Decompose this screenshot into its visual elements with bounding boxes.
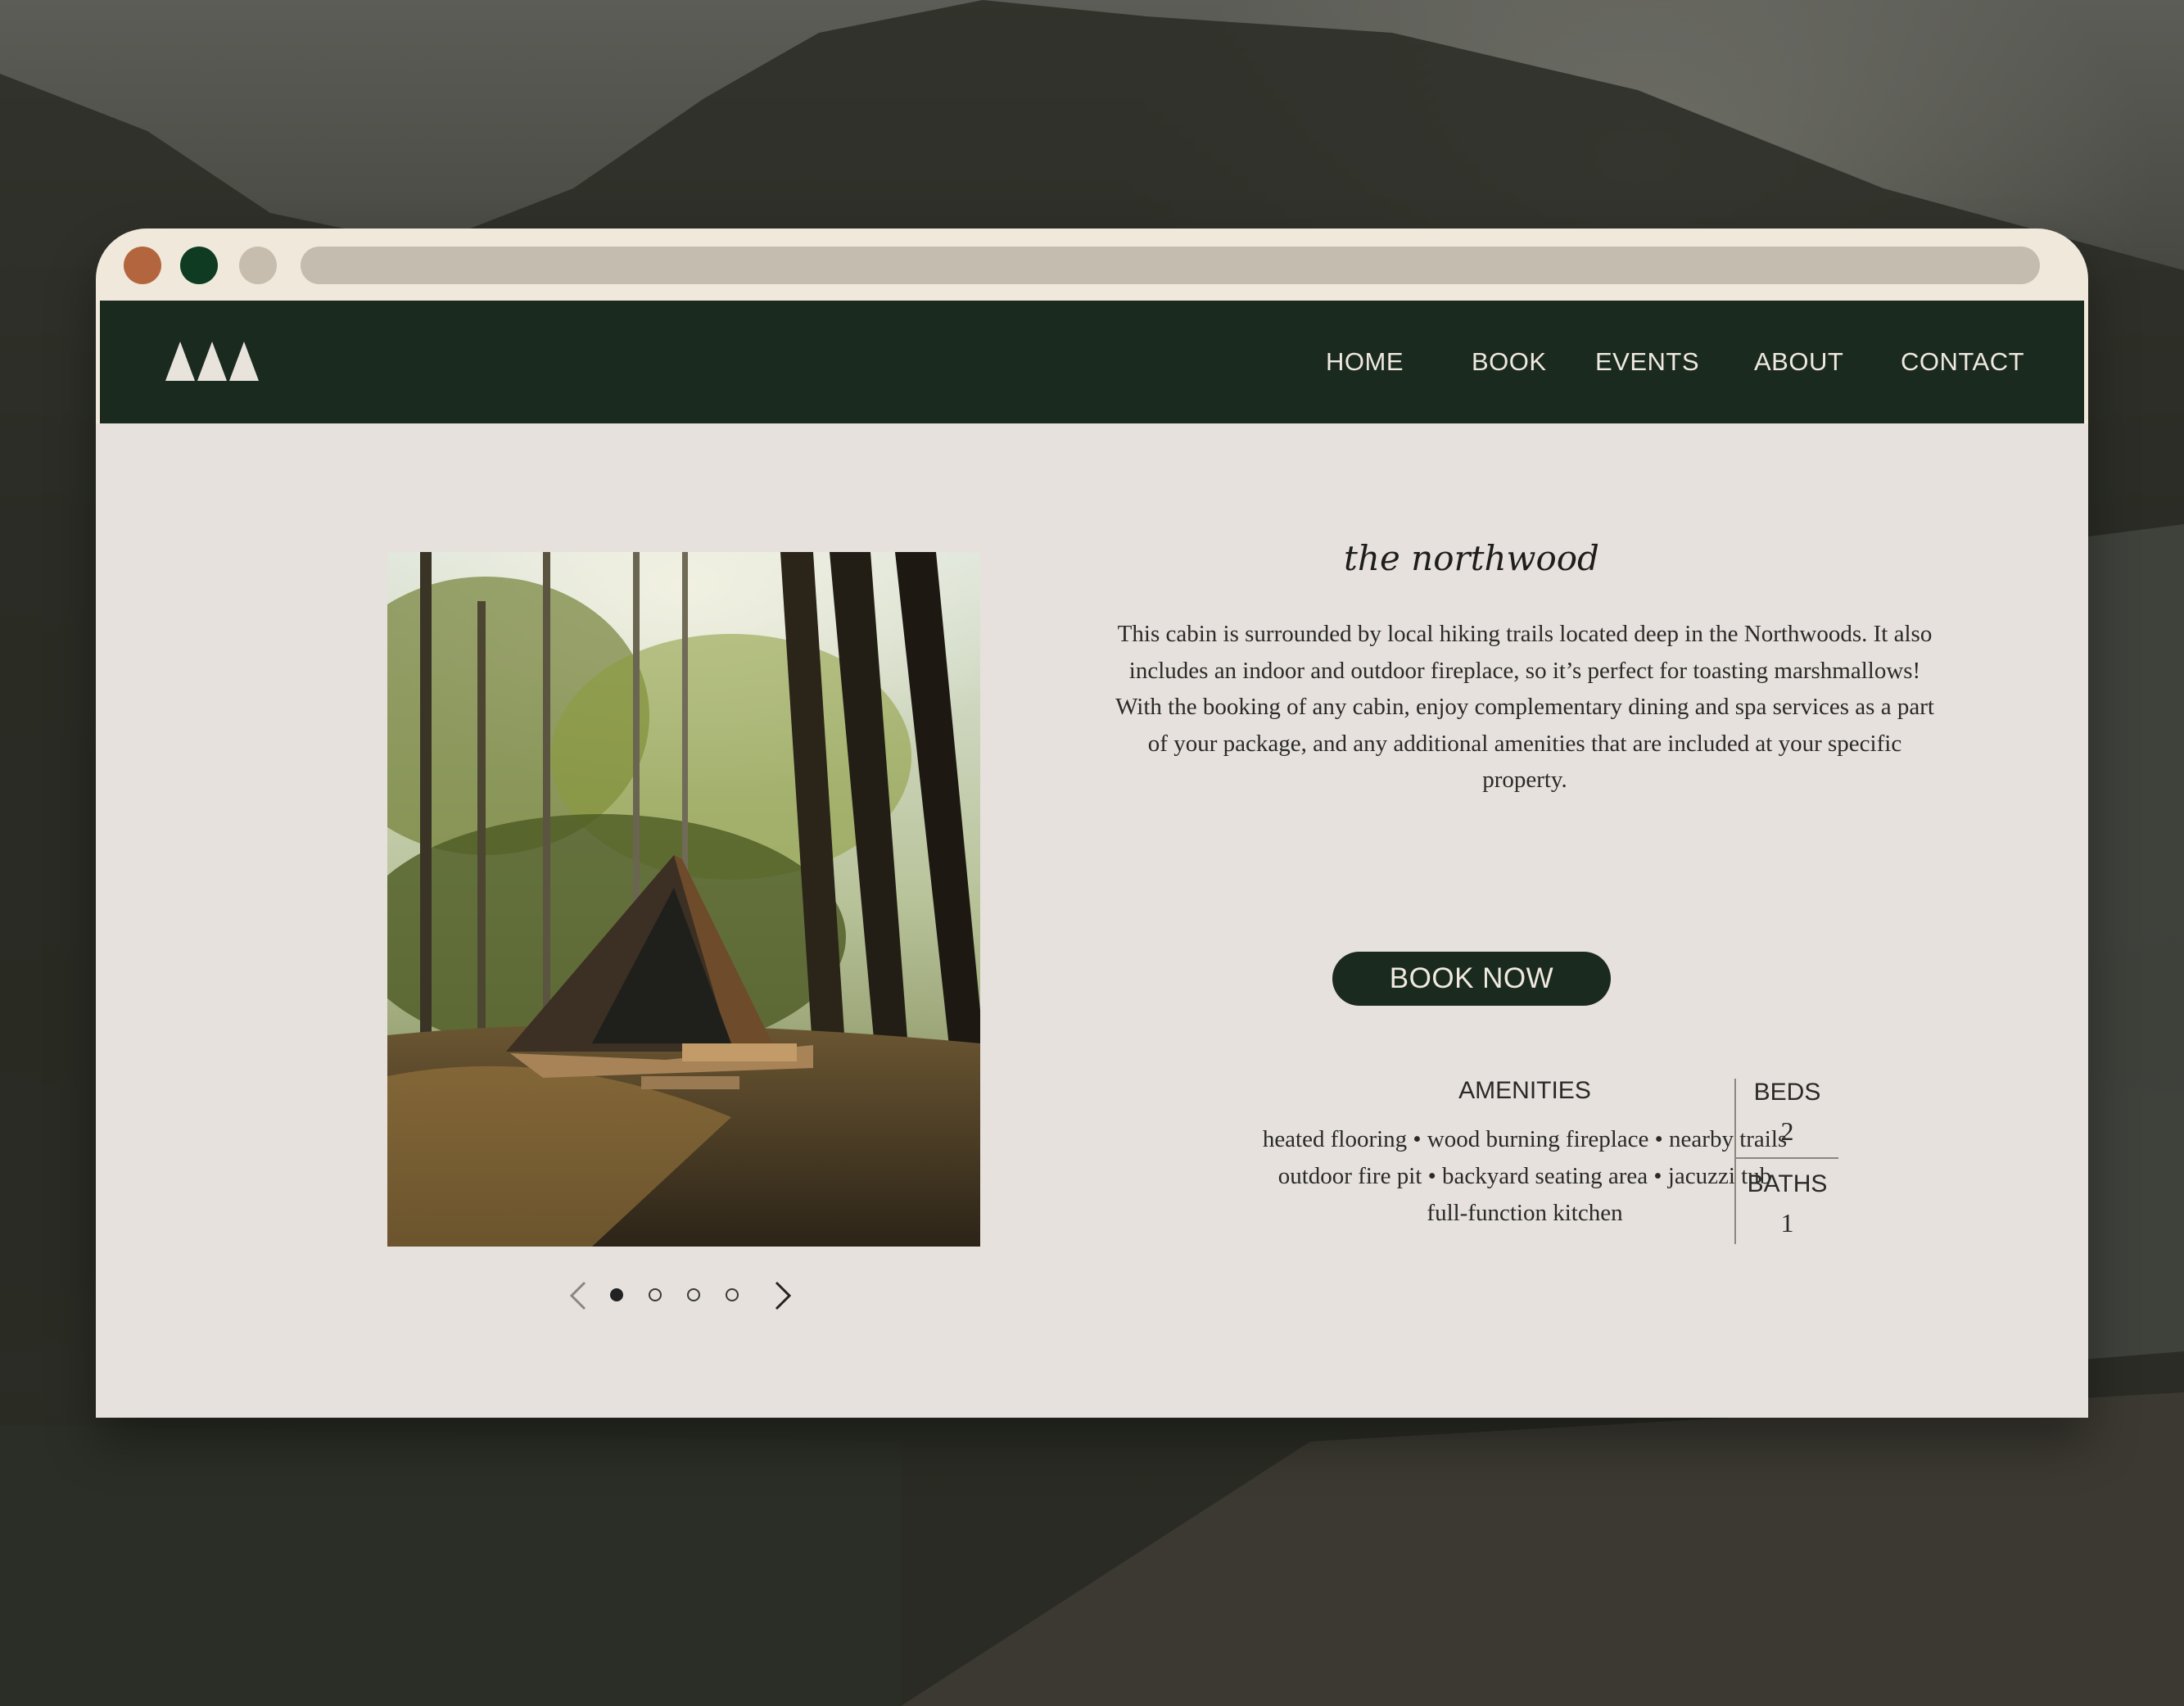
- carousel-dot-1[interactable]: [610, 1288, 623, 1301]
- close-window-button[interactable]: [124, 247, 161, 284]
- maximize-window-button[interactable]: [239, 247, 277, 284]
- site-navigation: HOME BOOK EVENTS ABOUT CONTACT: [100, 301, 2084, 423]
- browser-window: HOME BOOK EVENTS ABOUT CONTACT the north…: [96, 229, 2088, 1418]
- cabin-detail-page: the northwood This cabin is surrounded b…: [96, 423, 2088, 1418]
- chevron-left-icon[interactable]: [567, 1280, 590, 1311]
- carousel-dot-3[interactable]: [687, 1288, 700, 1301]
- beds-label: BEDS: [1753, 1079, 1821, 1106]
- nav-book[interactable]: BOOK: [1472, 301, 1547, 423]
- cabin-title: the northwood: [1344, 538, 1599, 578]
- book-now-button[interactable]: BOOK NOW: [1332, 952, 1611, 1006]
- address-bar[interactable]: [301, 247, 2040, 284]
- baths-value: 1: [1780, 1208, 1794, 1238]
- baths-label: BATHS: [1747, 1170, 1828, 1197]
- description-paragraph-2: With the booking of any cabin, enjoy com…: [1115, 694, 1934, 793]
- stats-divider: [1736, 1157, 1838, 1159]
- room-stats: BEDS 2 BATHS 1: [1734, 1079, 1838, 1244]
- beds-value: 2: [1780, 1116, 1794, 1146]
- photo-carousel: [567, 1275, 804, 1316]
- three-trees-logo[interactable]: [165, 342, 259, 381]
- nav-home[interactable]: HOME: [1326, 301, 1404, 423]
- description-paragraph-1: This cabin is surrounded by local hiking…: [1117, 621, 1933, 684]
- carousel-dot-4[interactable]: [726, 1288, 739, 1301]
- chevron-right-icon[interactable]: [771, 1280, 794, 1311]
- carousel-dot-2[interactable]: [649, 1288, 662, 1301]
- nav-events[interactable]: EVENTS: [1595, 301, 1699, 423]
- minimize-window-button[interactable]: [180, 247, 218, 284]
- window-chrome: [96, 229, 2088, 301]
- nav-contact[interactable]: CONTACT: [1901, 301, 2024, 423]
- cabin-photo: [387, 552, 980, 1247]
- nav-about[interactable]: ABOUT: [1754, 301, 1843, 423]
- cabin-description: This cabin is surrounded by local hiking…: [1115, 616, 1934, 799]
